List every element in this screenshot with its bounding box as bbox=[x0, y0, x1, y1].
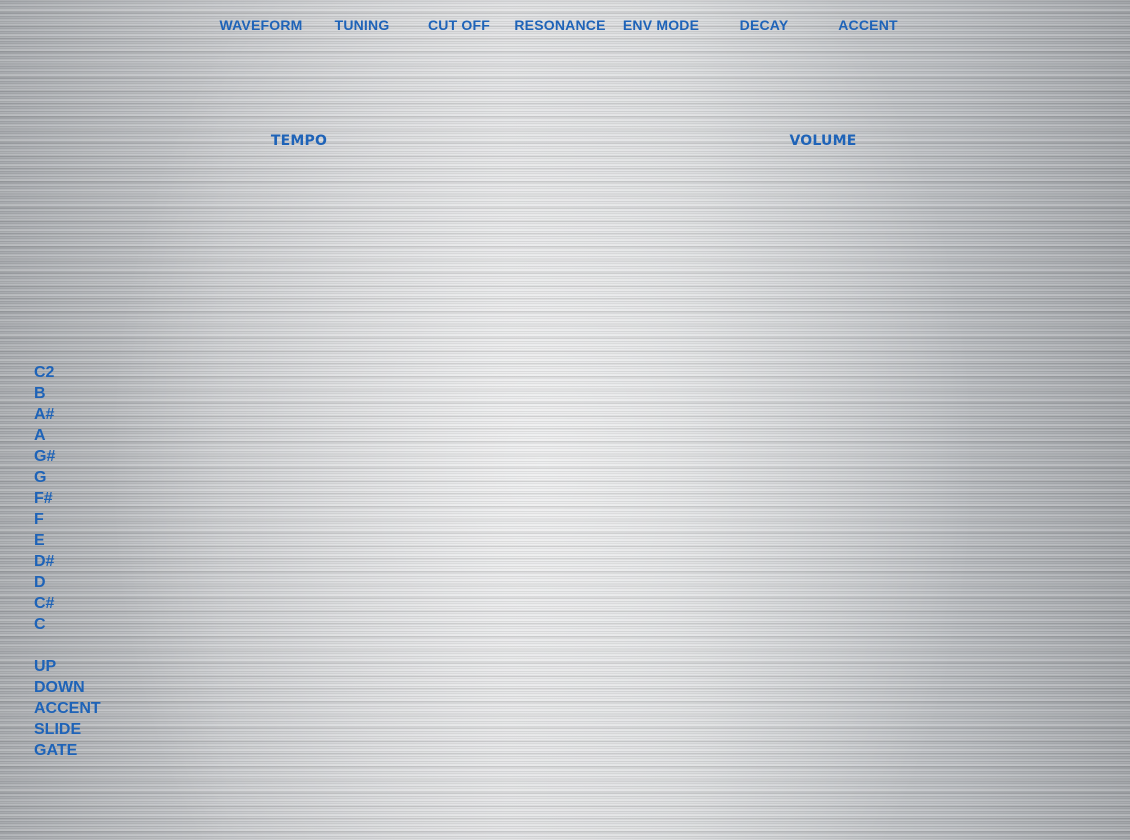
knob-label-waveform: WAVEFORM bbox=[219, 17, 303, 33]
row-label-note: B bbox=[34, 385, 46, 402]
row-label-note: C# bbox=[34, 595, 55, 612]
knob-label-accent: ACCENT bbox=[838, 17, 898, 33]
row-label-gate: GATE bbox=[34, 742, 78, 759]
sequencer-row-labels: C2 B A# A G# G F# F E D# D C# C UP DOWN … bbox=[34, 362, 101, 761]
row-label-note: G bbox=[34, 469, 47, 486]
row-label-slide: SLIDE bbox=[34, 721, 82, 738]
row-label-note: C2 bbox=[34, 364, 55, 381]
row-label-note: D bbox=[34, 574, 46, 591]
knob-label-env-mode: ENV MODE bbox=[622, 17, 700, 33]
row-label-note: G# bbox=[34, 448, 56, 465]
row-label-down: DOWN bbox=[34, 679, 85, 696]
row-label-note: D# bbox=[34, 553, 55, 570]
row-label-note: E bbox=[34, 532, 45, 549]
row-label-note: C bbox=[34, 616, 46, 633]
row-label-note: A# bbox=[34, 406, 55, 423]
knob-label-decay: DECAY bbox=[739, 17, 789, 33]
row-label-note: F# bbox=[34, 490, 53, 507]
knob-label-tempo: TEMPO bbox=[270, 133, 328, 149]
knob-label-resonance: RESONANCE bbox=[514, 17, 606, 33]
row-spacer bbox=[34, 635, 101, 656]
synth-panel: WAVEFORM TUNING CUT OFF RESONANCE ENV MO… bbox=[0, 0, 1130, 840]
row-label-note: F bbox=[34, 511, 44, 528]
knob-label-volume: VOLUME bbox=[789, 133, 857, 149]
knob-label-tuning: TUNING bbox=[334, 17, 390, 33]
row-label-accent: ACCENT bbox=[34, 700, 101, 717]
knob-label-cutoff: CUT OFF bbox=[427, 17, 491, 33]
row-label-note: A bbox=[34, 427, 46, 444]
row-label-up: UP bbox=[34, 658, 57, 675]
